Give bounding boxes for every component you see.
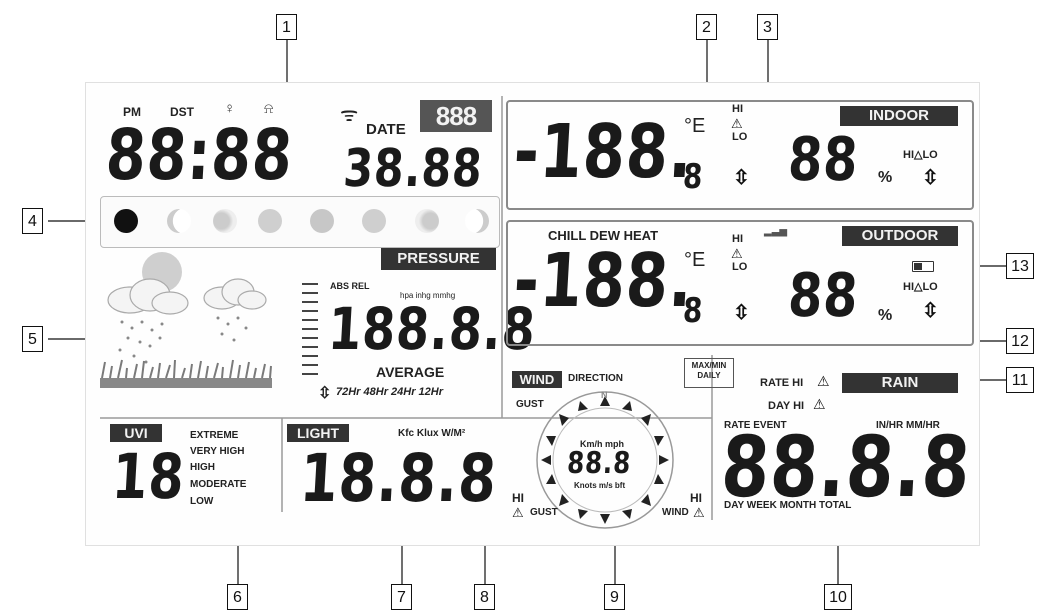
rain-periods: DAY WEEK MONTH TOTAL bbox=[724, 500, 852, 511]
rain-day-hi: DAY HI bbox=[768, 400, 805, 412]
wind-gust-left: GUST bbox=[530, 507, 558, 518]
rain-value: 88.8.8 bbox=[718, 418, 974, 516]
rain-rate-hi: RATE HI bbox=[760, 377, 804, 389]
wind-compass bbox=[536, 391, 674, 529]
wind-speed-value: 88.8 bbox=[566, 446, 633, 481]
wind-wind-right: WIND bbox=[662, 507, 689, 518]
wind-hi-left: HI bbox=[512, 491, 524, 505]
rate-hi-alert-icon: ⚠ bbox=[817, 373, 830, 389]
wind-speed-units-bottom: Knots m/s bft bbox=[574, 481, 626, 490]
gust-alert-icon: ⚠ bbox=[512, 505, 524, 520]
compass-north: N bbox=[601, 390, 608, 400]
rain-label: RAIN bbox=[842, 373, 958, 393]
day-hi-alert-icon: ⚠ bbox=[813, 396, 826, 412]
wind-hi-right: HI bbox=[690, 491, 702, 505]
wind-alert-icon: ⚠ bbox=[693, 505, 705, 520]
